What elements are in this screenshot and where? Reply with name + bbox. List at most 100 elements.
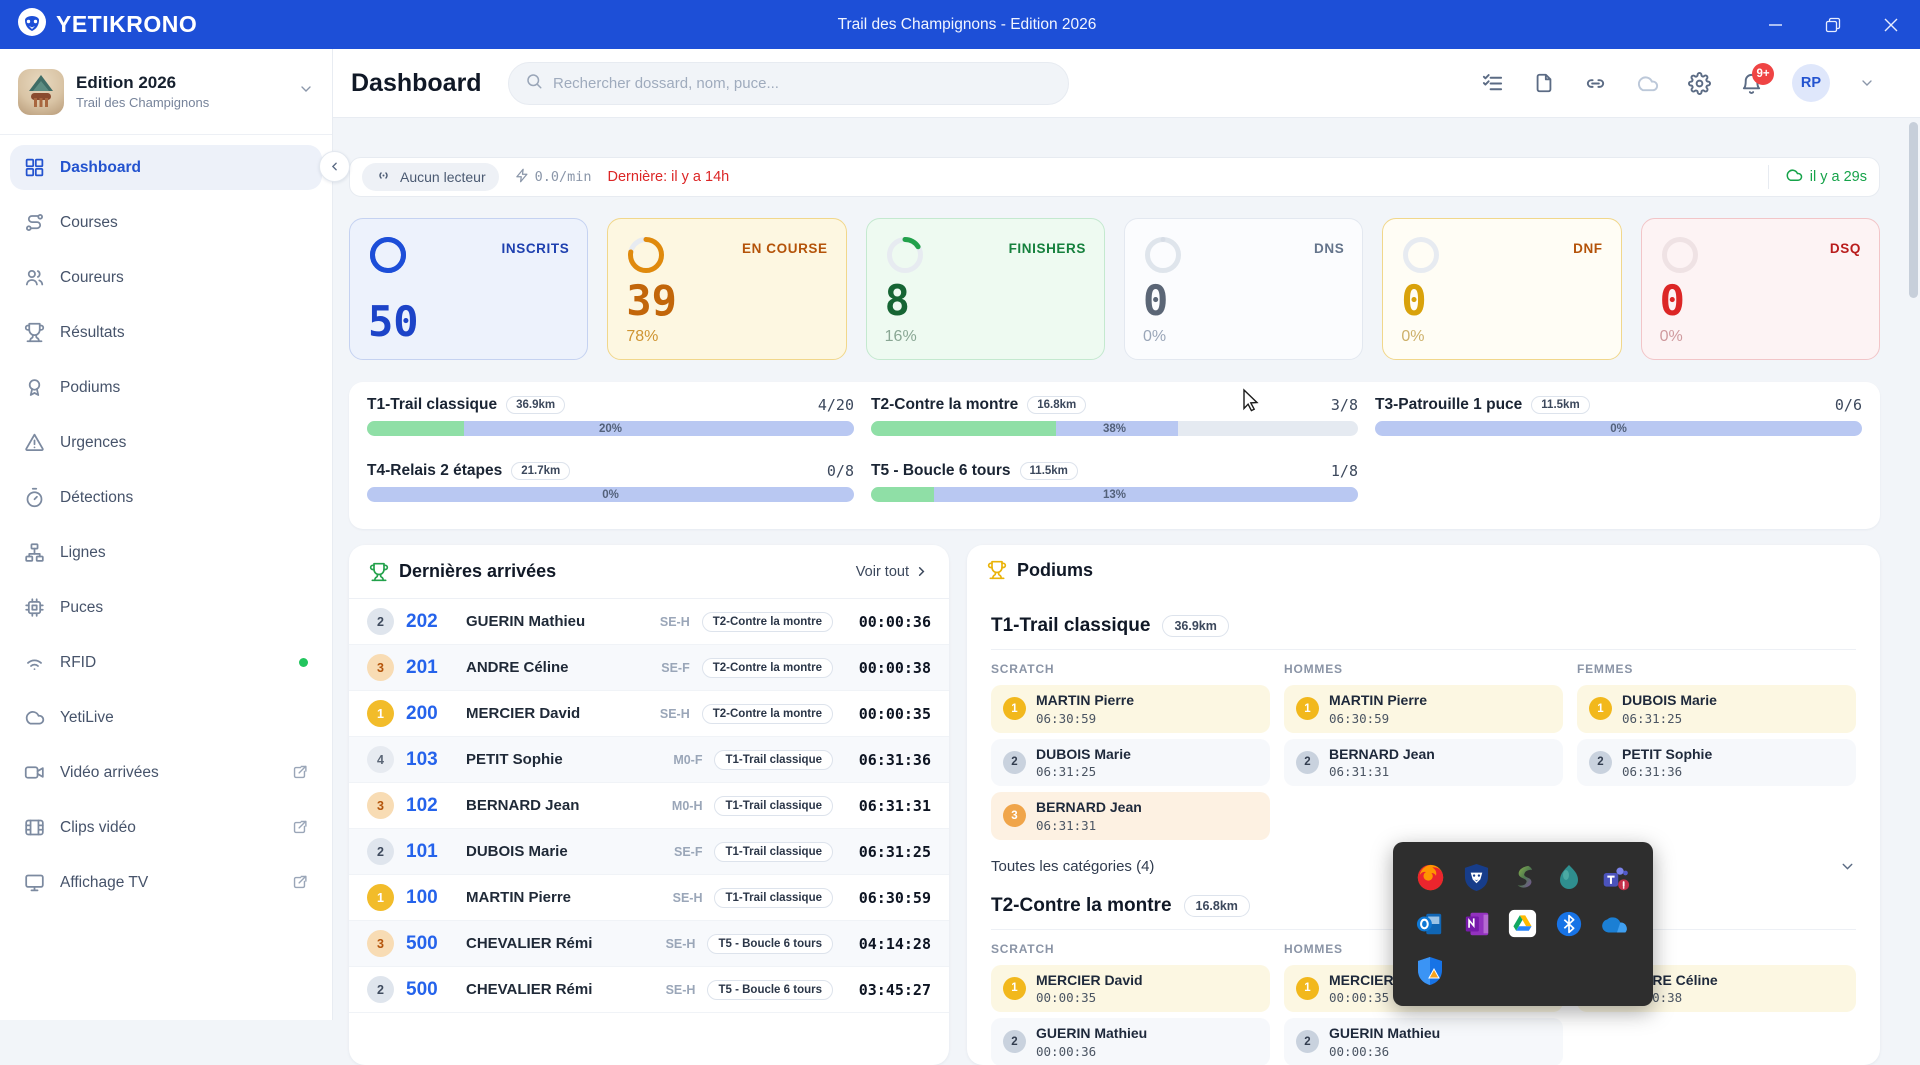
edition-selector[interactable]: Edition 2026 Trail des Champignons (0, 49, 332, 135)
rank-badge: 3 (367, 792, 394, 819)
stat-card-finishers[interactable]: FINISHERS 8 16% (866, 218, 1105, 360)
sidebar-item-d-tections[interactable]: Détections (10, 475, 322, 520)
cloud-icon[interactable] (1636, 72, 1659, 95)
runner-category: SE-F (674, 845, 702, 859)
podium-entry[interactable]: 1 DUBOIS Marie 06:31:25 (1577, 685, 1856, 733)
runner-name: PETIT Sophie (466, 751, 661, 768)
arrivals-title: Dernières arrivées (399, 561, 556, 582)
arrival-row[interactable]: 3 500 CHEVALIER Rémi SE-H T5 - Boucle 6 … (349, 921, 949, 967)
stat-value: 50 (368, 301, 569, 343)
link-icon[interactable] (1584, 72, 1607, 95)
arrival-row[interactable]: 1 200 MERCIER David SE-H T2-Contre la mo… (349, 691, 949, 737)
podium-entry[interactable]: 2 GUERIN Mathieu 00:00:36 (991, 1018, 1270, 1065)
minimize-button[interactable] (1746, 0, 1804, 49)
window-title: Trail des Champignons - Edition 2026 (838, 16, 1097, 34)
drop-app-icon[interactable] (1554, 862, 1585, 893)
sidebar-item-vid-o-arriv-es[interactable]: Vidéo arrivées (10, 750, 322, 795)
arrival-time: 06:31:36 (845, 751, 931, 769)
page-scrollbar[interactable] (1909, 49, 1918, 1020)
stat-card-dns[interactable]: DNS 0 0% (1124, 218, 1363, 360)
podium-runner-name: MARTIN Pierre (1329, 692, 1427, 710)
sidebar-item-label: Vidéo arrivées (60, 764, 159, 782)
course-progress-3: T3-Patrouille 1 puce 11.5km 0/6 0% (1375, 396, 1862, 449)
arrival-row[interactable]: 3 102 BERNARD Jean M0-H T1-Trail classiq… (349, 783, 949, 829)
stat-card-dsq[interactable]: DSQ 0 0% (1641, 218, 1880, 360)
view-all-link[interactable]: Voir tout (856, 564, 929, 580)
bib-number: 202 (406, 611, 454, 633)
file-icon[interactable] (1533, 72, 1555, 94)
firefox-icon[interactable] (1415, 862, 1446, 893)
bib-number: 201 (406, 657, 454, 679)
podium-course-name: T1-Trail classique (991, 615, 1150, 637)
stat-card-dnf[interactable]: DNF 0 0% (1382, 218, 1621, 360)
podium-entry[interactable]: 2 GUERIN Mathieu 00:00:36 (1284, 1018, 1563, 1065)
restore-button[interactable] (1804, 0, 1862, 49)
podium-entry[interactable]: 1 MERCIER David 00:00:35 (991, 965, 1270, 1013)
sidebar-item-yetilive[interactable]: YetiLive (10, 695, 322, 740)
bell-icon[interactable]: 9+ (1740, 72, 1763, 95)
shield-app-icon[interactable] (1461, 862, 1492, 893)
scrollbar-thumb[interactable] (1909, 122, 1918, 298)
sidebar-item-clips-vid-o[interactable]: Clips vidéo (10, 805, 322, 850)
runner-name: GUERIN Mathieu (466, 613, 648, 630)
podium-entry[interactable]: 1 MARTIN Pierre 06:30:59 (1284, 685, 1563, 733)
s-app-icon[interactable] (1507, 862, 1538, 893)
arrival-row[interactable]: 2 500 CHEVALIER Rémi SE-H T5 - Boucle 6 … (349, 967, 949, 1013)
sidebar-item-podiums[interactable]: Podiums (10, 365, 322, 410)
search-bar[interactable] (508, 62, 1069, 105)
trophy-icon (24, 322, 45, 343)
course-distance-badge: 21.7km (511, 462, 570, 480)
sidebar-item-r-sultats[interactable]: Résultats (10, 310, 322, 355)
arrival-row[interactable]: 3 201 ANDRE Céline SE-F T2-Contre la mon… (349, 645, 949, 691)
podium-entry[interactable]: 1 MARTIN Pierre 06:30:59 (991, 685, 1270, 733)
stat-card-inscrits[interactable]: INSCRITS 50 (349, 218, 588, 360)
chevron-down-icon[interactable] (1859, 75, 1875, 91)
podium-entry[interactable]: 2 BERNARD Jean 06:31:31 (1284, 739, 1563, 787)
dashboard-content: Aucun lecteur 0.0/min Dernière: il y a 1… (333, 118, 1920, 1020)
arrival-row[interactable]: 2 202 GUERIN Mathieu SE-H T2-Contre la m… (349, 599, 949, 645)
podium-rank-badge: 1 (1003, 977, 1026, 1000)
rank-badge: 3 (367, 654, 394, 681)
course-progress-bar: 0% (1375, 421, 1862, 436)
search-input[interactable] (553, 75, 1052, 92)
timer-icon (24, 487, 45, 508)
teams-icon[interactable] (1600, 862, 1631, 893)
sidebar-collapse-button[interactable] (319, 151, 350, 182)
sidebar-item-coureurs[interactable]: Coureurs (10, 255, 322, 300)
stat-value: 0 (1660, 280, 1861, 322)
onenote-icon[interactable] (1461, 908, 1492, 939)
arrival-row[interactable]: 2 101 DUBOIS Marie SE-F T1-Trail classiq… (349, 829, 949, 875)
sidebar-item-urgences[interactable]: Urgences (10, 420, 322, 465)
podium-entry[interactable]: 3 BERNARD Jean 06:31:31 (991, 792, 1270, 840)
podium-entry[interactable]: 2 DUBOIS Marie 06:31:25 (991, 739, 1270, 787)
podium-time: 06:31:25 (1036, 764, 1131, 779)
arrival-row[interactable]: 1 100 MARTIN Pierre SE-H T1-Trail classi… (349, 875, 949, 921)
user-avatar[interactable]: RP (1792, 64, 1830, 102)
stat-card-en-course[interactable]: EN COURSE 39 78% (607, 218, 846, 360)
outlook-icon[interactable] (1415, 908, 1446, 939)
sidebar-item-rfid[interactable]: RFID (10, 640, 322, 685)
stat-percent: 0% (1660, 328, 1861, 346)
sidebar-item-puces[interactable]: Puces (10, 585, 322, 630)
google-drive-icon[interactable] (1507, 908, 1538, 939)
arrival-row[interactable]: 4 103 PETIT Sophie M0-F T1-Trail classiq… (349, 737, 949, 783)
windows-security-icon[interactable] (1415, 955, 1446, 986)
gear-icon[interactable] (1688, 72, 1711, 95)
podium-course-distance: 16.8km (1184, 895, 1250, 917)
progress-ring-icon (1660, 235, 1700, 280)
checklist-icon[interactable] (1481, 72, 1504, 95)
onedrive-icon[interactable] (1600, 908, 1631, 939)
sidebar-item-courses[interactable]: Courses (10, 200, 322, 245)
bluetooth-icon[interactable] (1554, 908, 1585, 939)
close-button[interactable] (1862, 0, 1920, 49)
trophy-icon (369, 562, 389, 582)
edition-title: Edition 2026 (76, 73, 286, 93)
sidebar-item-affichage-tv[interactable]: Affichage TV (10, 860, 322, 905)
podium-entry[interactable]: 2 PETIT Sophie 06:31:36 (1577, 739, 1856, 787)
podium-runner-name: GUERIN Mathieu (1329, 1025, 1440, 1043)
sidebar-item-dashboard[interactable]: Dashboard (10, 145, 322, 190)
sidebar-item-lignes[interactable]: Lignes (10, 530, 322, 575)
course-count: 4/20 (818, 396, 854, 414)
detection-rate: 0.0/min (515, 168, 592, 187)
network-icon (24, 542, 45, 563)
